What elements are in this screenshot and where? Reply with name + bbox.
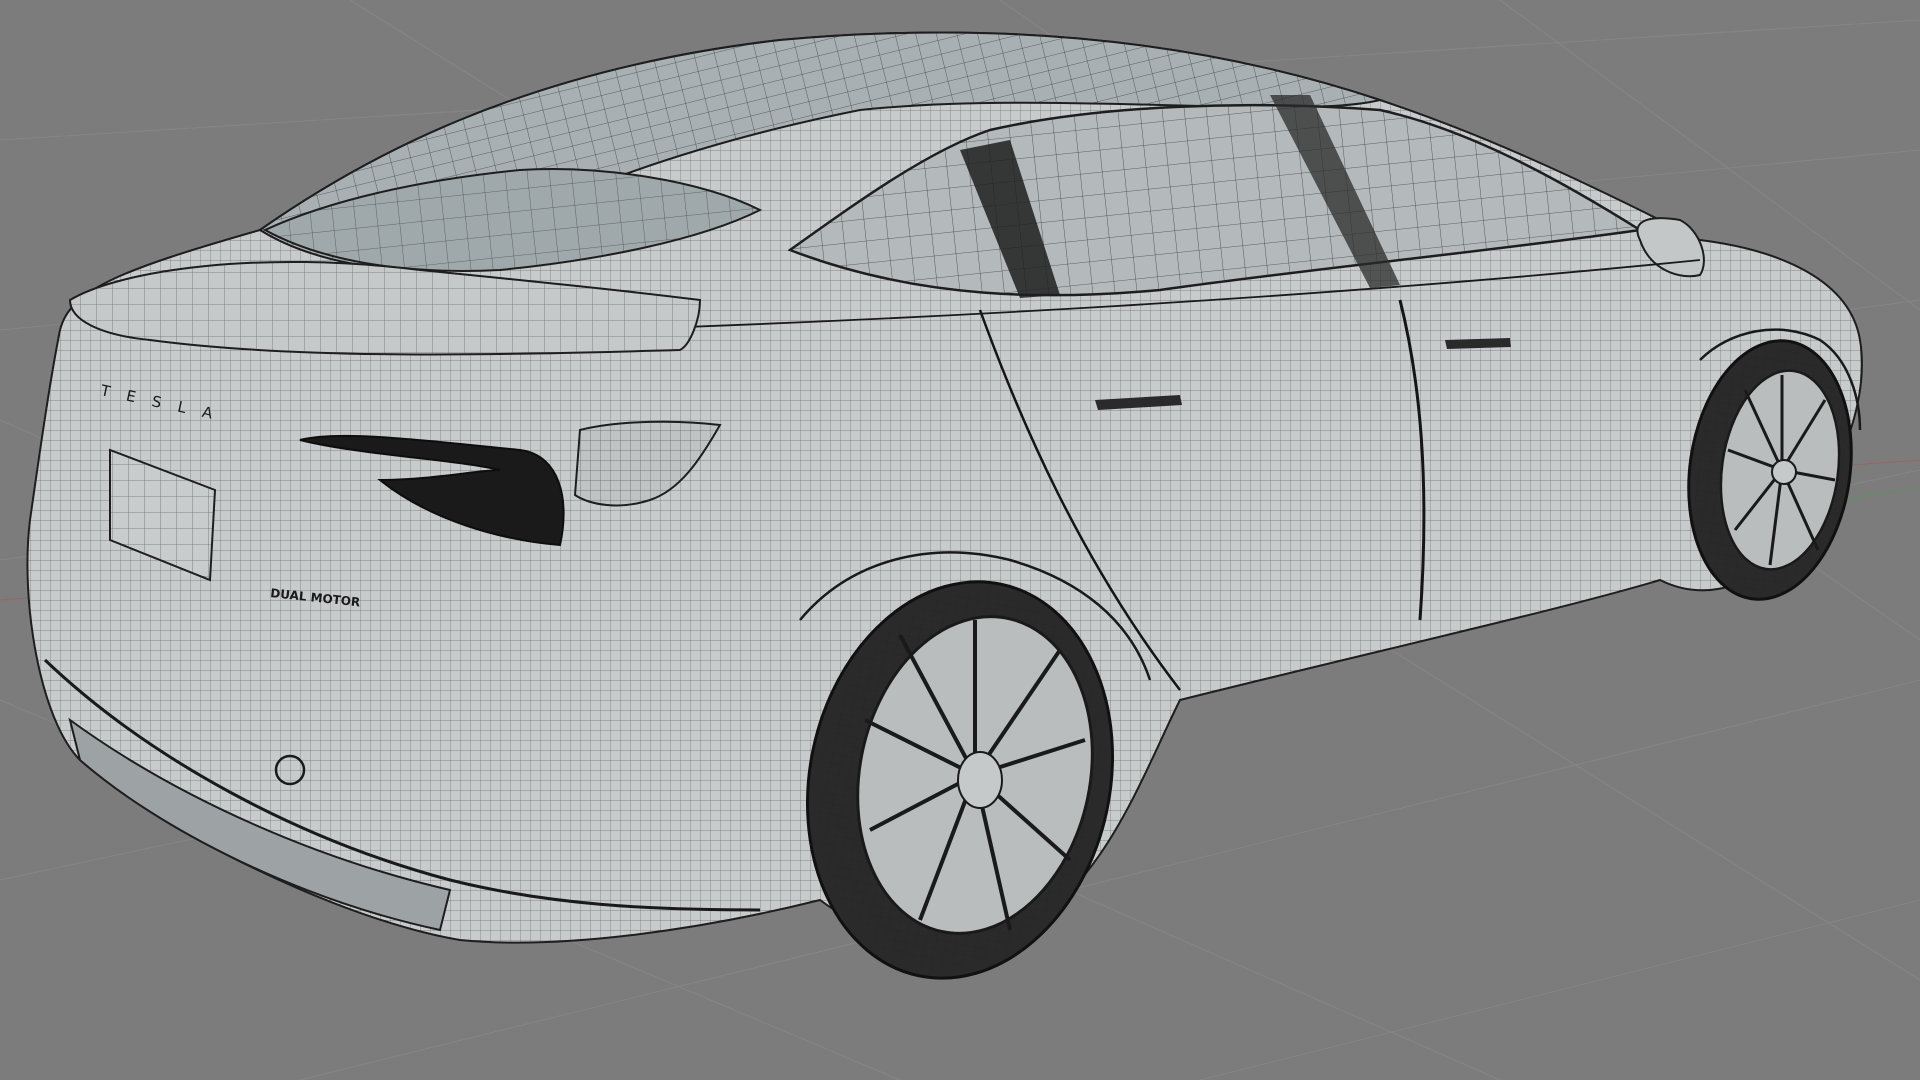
3d-viewport[interactable]: T E S L A DUAL MOTOR bbox=[0, 0, 1920, 1080]
front-hub-cap bbox=[1771, 459, 1797, 485]
viewport-canvas[interactable]: T E S L A DUAL MOTOR bbox=[0, 0, 1920, 1080]
car-model[interactable]: T E S L A DUAL MOTOR bbox=[26, 31, 1867, 1007]
rear-hub-cap bbox=[957, 751, 1003, 809]
